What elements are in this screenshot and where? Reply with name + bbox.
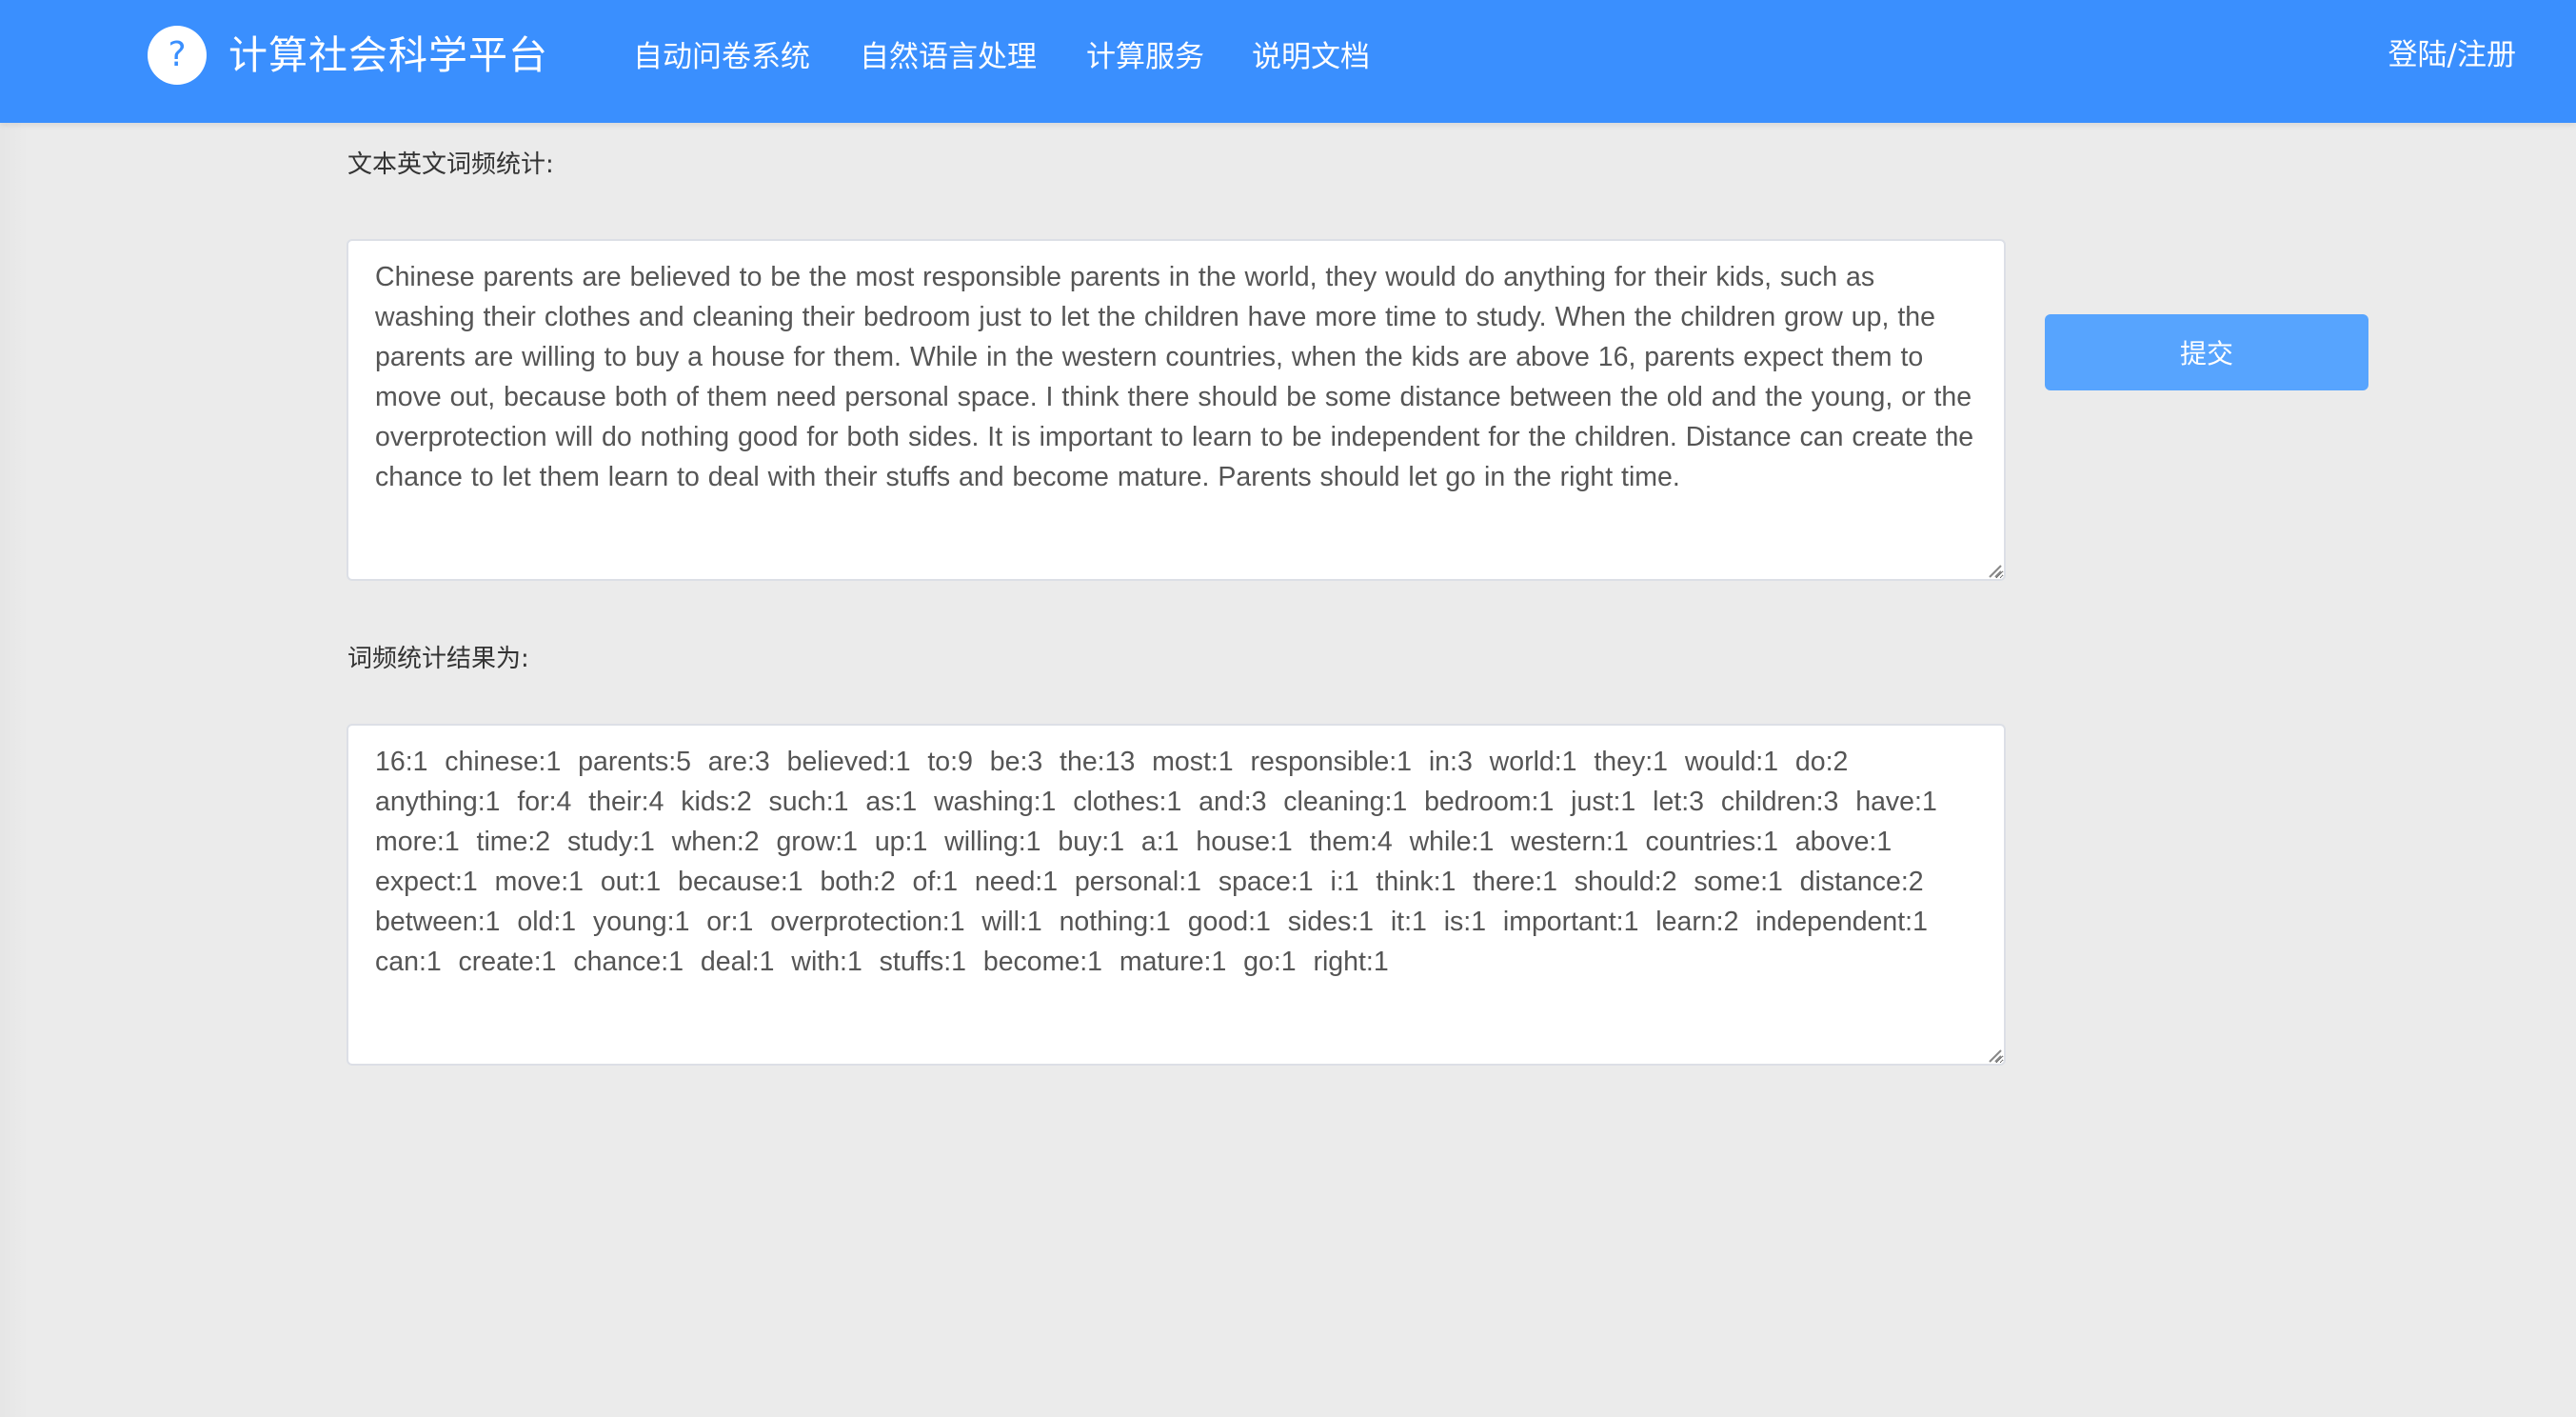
brand-title[interactable]: 计算社会科学平台 bbox=[228, 29, 548, 82]
nav-item-compute-service[interactable]: 计算服务 bbox=[1086, 34, 1204, 80]
nav-item-docs[interactable]: 说明文档 bbox=[1252, 34, 1370, 80]
submit-button[interactable]: 提交 bbox=[2045, 314, 2368, 390]
login-register-link[interactable]: 登陆/注册 bbox=[2388, 32, 2516, 78]
input-label: 文本英文词频统计: bbox=[347, 150, 554, 179]
nav-item-questionnaire[interactable]: 自动问卷系统 bbox=[633, 34, 810, 80]
question-mark-glyph: ? bbox=[168, 35, 187, 74]
help-logo-icon[interactable]: ? bbox=[148, 26, 207, 85]
result-output-area[interactable]: 16:1 chinese:1 parents:5 are:3 believed:… bbox=[347, 724, 2006, 1066]
top-navbar: ? 计算社会科学平台 自动问卷系统 自然语言处理 计算服务 说明文档 登陆/注册 bbox=[0, 0, 2576, 123]
result-label: 词频统计结果为: bbox=[347, 645, 529, 673]
nav-item-nlp[interactable]: 自然语言处理 bbox=[860, 34, 1037, 80]
left-edge-shadow bbox=[0, 123, 29, 1417]
text-input-area[interactable]: Chinese parents are believed to be the m… bbox=[347, 239, 2006, 581]
